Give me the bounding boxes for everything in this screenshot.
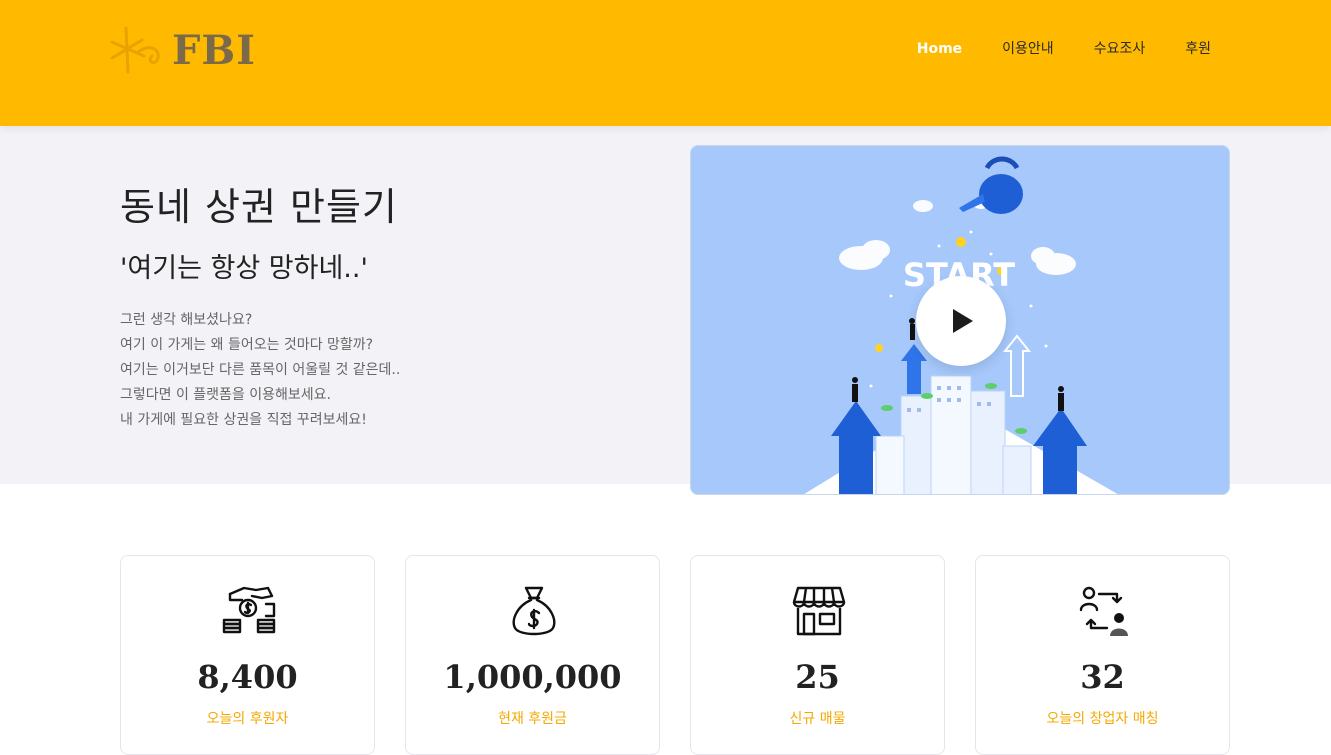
hero-line: 여기 이 가게는 왜 들어오는 것마다 망할까? <box>120 337 374 353</box>
logo[interactable]: FBI <box>108 22 256 78</box>
hero-title: 동네 상권 만들기 <box>120 185 398 229</box>
stat-value: 8,400 <box>197 658 298 696</box>
stat-label: 오늘의 창업자 매칭 <box>1046 711 1159 727</box>
donation-coins-icon <box>222 586 276 634</box>
stat-card-listings: 25 신규 매물 <box>690 555 945 755</box>
stat-value: 1,000,000 <box>443 658 622 696</box>
nav-item-sponsor[interactable]: 후원 <box>1185 38 1211 60</box>
stat-card-matching: 32 오늘의 창업자 매칭 <box>975 555 1230 755</box>
hero-line: 그렇다면 이 플랫폼을 이용해보세요. <box>120 387 331 403</box>
video-play-button[interactable] <box>916 276 1006 366</box>
user-exchange-icon <box>1079 586 1128 636</box>
money-bag-icon <box>512 586 556 636</box>
logo-mark-icon <box>110 26 160 74</box>
play-icon <box>953 309 973 333</box>
nav-item-guide[interactable]: 이용안내 <box>1002 38 1054 60</box>
hero-line: 그런 생각 해보셨나요? <box>120 312 253 328</box>
hero-line: 내 가게에 필요한 상권을 직접 꾸려보세요! <box>120 412 367 428</box>
hero-subtitle: '여기는 항상 망하네..' <box>120 253 368 284</box>
stat-value: 25 <box>795 658 840 696</box>
storefront-icon <box>792 586 846 636</box>
stat-label: 신규 매물 <box>789 711 846 727</box>
stat-card-funds: 1,000,000 현재 후원금 <box>405 555 660 755</box>
video-thumbnail[interactable]: START <box>690 145 1230 495</box>
hero-description: 그런 생각 해보셨나요? 여기 이 가게는 왜 들어오는 것마다 망할까? 여기… <box>120 308 540 433</box>
nav-item-home[interactable]: Home <box>917 38 962 60</box>
stats-cards: 8,400 오늘의 후원자 1,000,000 현재 후원금 25 신규 매물 … <box>120 555 1230 755</box>
stat-card-donors: 8,400 오늘의 후원자 <box>120 555 375 755</box>
site-header: FBI Home 이용안내 수요조사 후원 <box>0 0 1331 126</box>
logo-text: FBI <box>172 26 256 74</box>
nav-item-survey[interactable]: 수요조사 <box>1094 38 1146 60</box>
hero-line: 여기는 이거보단 다른 품목이 어울릴 것 같은데.. <box>120 362 401 378</box>
stat-value: 32 <box>1080 658 1125 696</box>
stat-label: 현재 후원금 <box>498 711 567 727</box>
stat-label: 오늘의 후원자 <box>206 711 289 727</box>
main-nav: Home 이용안내 수요조사 후원 <box>877 38 1211 60</box>
